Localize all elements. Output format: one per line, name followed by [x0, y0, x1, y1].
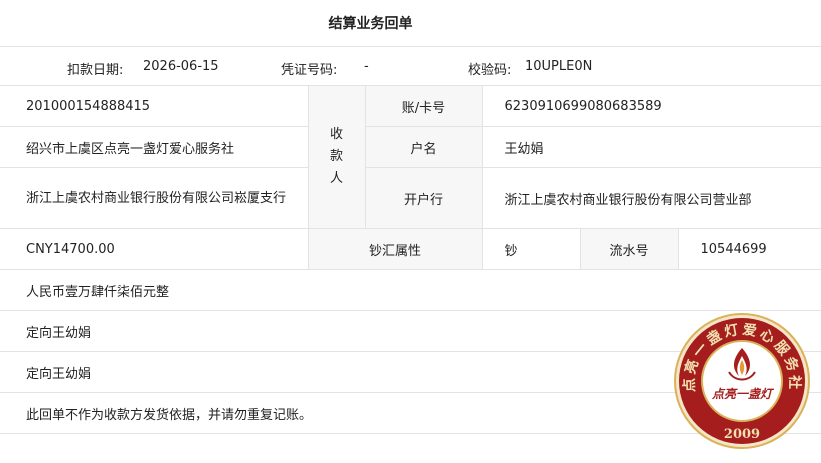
payee-side-text: 收款人 — [329, 127, 343, 186]
receipt-title: 结算业务回单 — [328, 16, 413, 32]
seal-year: 2009 — [724, 427, 760, 442]
payer-name: 绍兴市上虞区点亮一盏灯爱心服务社 — [0, 126, 309, 168]
deduct-date-label: 扣款日期: — [67, 63, 124, 78]
row-name: 绍兴市上虞区点亮一盏灯爱心服务社 户名 王幼娟 — [0, 126, 821, 168]
fx-attribute-label: 钞汇属性 — [307, 228, 483, 270]
payee-account-value: 6230910699080683589 — [481, 85, 821, 127]
row-uppercase: 人民币壹万肆仟柒佰元整 — [0, 269, 821, 311]
payee-side-label: 收款人 — [307, 85, 366, 229]
seal-center-text: 点亮一盏灯 — [711, 387, 775, 401]
voucher-number-label: 凭证号码: — [281, 63, 338, 78]
serial-number-value: 10544699 — [677, 228, 821, 270]
payer-bank: 浙江上虞农村商业银行股份有限公司崧厦支行 — [0, 167, 309, 229]
payee-account-label: 账/卡号 — [364, 85, 483, 127]
receipt-meta-bar: 扣款日期: 2026-06-15 凭证号码: - 校验码: 10UPLE0N — [0, 46, 821, 86]
row-amount: CNY14700.00 钞汇属性 钞 流水号 10544699 — [0, 228, 821, 270]
payee-bank-value: 浙江上虞农村商业银行股份有限公司营业部 — [481, 167, 821, 229]
payee-name-value: 王幼娟 — [481, 126, 821, 168]
amount-uppercase: 人民币壹万肆仟柒佰元整 — [0, 269, 821, 311]
payee-bank-label: 开户行 — [364, 167, 483, 229]
deduct-date-value: 2026-06-15 — [143, 59, 219, 74]
voucher-number-value: - — [364, 59, 369, 74]
fx-attribute-value: 钞 — [481, 228, 581, 270]
payer-account: 201000154888415 — [0, 85, 309, 127]
serial-number-label: 流水号 — [579, 228, 679, 270]
amount-value: CNY14700.00 — [0, 228, 309, 270]
organization-seal: 点亮一盏灯爱心服务社 点亮一盏灯 2009 — [674, 313, 810, 449]
payee-name-label: 户名 — [364, 126, 483, 168]
row-account: 201000154888415 收款人 账/卡号 623091069908068… — [0, 85, 821, 229]
row-bank: 浙江上虞农村商业银行股份有限公司崧厦支行 开户行 浙江上虞农村商业银行股份有限公… — [0, 167, 821, 229]
check-code-value: 10UPLE0N — [525, 59, 593, 74]
check-code-label: 校验码: — [468, 63, 512, 78]
